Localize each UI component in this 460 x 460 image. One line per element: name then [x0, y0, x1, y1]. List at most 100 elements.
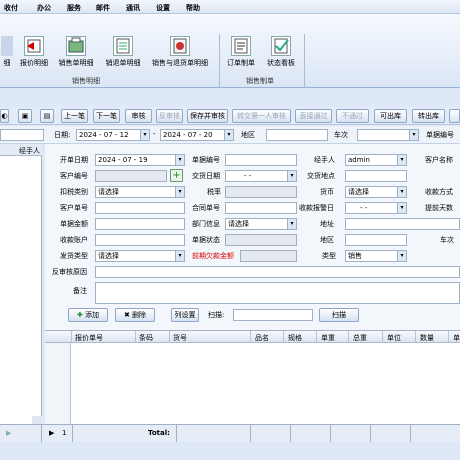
stock-out-ok-button[interactable]: 可出库: [374, 109, 407, 123]
chevron-down-icon[interactable]: ▾: [409, 130, 418, 140]
col-more[interactable]: 单: [453, 333, 460, 343]
chevron-down-icon[interactable]: ▾: [397, 203, 406, 213]
deal-date-input[interactable]: - - ▾: [225, 170, 297, 182]
chevron-down-icon[interactable]: ▾: [140, 130, 149, 140]
chevron-down-icon[interactable]: ▾: [175, 251, 184, 261]
date-label: 日期:: [54, 131, 71, 139]
contract-input[interactable]: [225, 202, 297, 214]
scan-button[interactable]: 扫描: [319, 308, 359, 322]
save-icon[interactable]: ▤: [40, 109, 54, 123]
order-entry-button[interactable]: 订单制单: [224, 36, 258, 70]
menu-receive[interactable]: 收付: [4, 3, 18, 13]
receipt-date-input[interactable]: - - ▾: [345, 202, 407, 214]
scan-input[interactable]: [233, 309, 313, 321]
deal-place-input[interactable]: [345, 170, 407, 182]
col-total-weight[interactable]: 总重: [353, 333, 367, 343]
cust-doc-input[interactable]: [95, 202, 185, 214]
ribbon-group-sales-detail: 销售明细: [72, 77, 100, 85]
start-date-input[interactable]: 2024 - 07 - 19 ▾: [95, 154, 185, 166]
status-board-button[interactable]: 状态看板: [262, 36, 300, 70]
account-input[interactable]: [95, 234, 185, 246]
handler-select[interactable]: admin ▾: [345, 154, 407, 166]
pay-method-label: 收款方式: [425, 188, 453, 196]
type-select[interactable]: 销售 ▾: [345, 250, 407, 262]
col-barcode[interactable]: 条码: [139, 333, 153, 343]
chevron-right-icon[interactable]: ▶: [6, 429, 11, 437]
start-date-label: 开单日期: [60, 156, 88, 164]
delete-button[interactable]: ✖ 删除: [115, 308, 155, 322]
reject-reason-input[interactable]: [95, 266, 460, 278]
col-unit-weight[interactable]: 单重: [321, 333, 335, 343]
col-qty[interactable]: 数量: [420, 333, 434, 343]
pass-button[interactable]: 直接通过: [295, 109, 332, 123]
sales-return-icon: [170, 36, 190, 56]
menu-help[interactable]: 帮助: [186, 3, 200, 13]
date-from-input[interactable]: 2024 - 07 - 12 ▾: [76, 129, 150, 141]
deduct-select[interactable]: 请选择 ▾: [95, 186, 185, 198]
unapprove-button[interactable]: 反审核: [156, 109, 183, 123]
amount-input[interactable]: [95, 218, 185, 230]
sales-detail-button[interactable]: 销售单明细: [54, 36, 98, 70]
currency-select[interactable]: 请选择 ▾: [345, 186, 407, 198]
menu-mail[interactable]: 邮件: [96, 3, 110, 13]
sales-return-detail-button[interactable]: 销售与退货单明细: [148, 36, 212, 70]
play-icon[interactable]: ▶: [49, 429, 54, 437]
chevron-down-icon[interactable]: ▾: [175, 155, 184, 165]
detail-grid[interactable]: 报价单号 条码 货号 品名 规格 单重 总重 单位 数量 单: [45, 330, 460, 425]
chevron-down-icon[interactable]: ▾: [397, 251, 406, 261]
chevron-down-icon[interactable]: ▾: [397, 155, 406, 165]
menu-settings[interactable]: 设置: [156, 3, 170, 13]
chevron-down-icon[interactable]: ▾: [397, 187, 406, 197]
chevron-down-icon[interactable]: ▾: [287, 219, 296, 229]
add-customer-icon[interactable]: +: [170, 169, 183, 182]
chevron-down-icon[interactable]: ▾: [224, 130, 233, 140]
prev-button[interactable]: 上一笔: [61, 109, 88, 123]
menu-comm[interactable]: 通讯: [126, 3, 140, 13]
chevron-down-icon[interactable]: ▾: [287, 171, 296, 181]
quote-icon: [24, 36, 44, 56]
chevron-down-icon[interactable]: ▾: [175, 187, 184, 197]
overdue-input: [240, 250, 297, 262]
doc-no-input[interactable]: [225, 154, 297, 166]
customer-no-input[interactable]: [95, 170, 167, 182]
ribbon-partial-button[interactable]: 细: [0, 36, 14, 70]
address-input[interactable]: [345, 218, 460, 230]
col-item-no[interactable]: 货号: [173, 333, 187, 343]
handler-label: 经手人: [314, 156, 335, 164]
approve-button[interactable]: 审核: [125, 109, 152, 123]
reject-button[interactable]: 不通过: [336, 109, 369, 123]
menu-service[interactable]: 服务: [67, 3, 81, 13]
col-name[interactable]: 品名: [255, 333, 269, 343]
save-approve-button[interactable]: 保存并审核: [187, 109, 228, 123]
dept-select[interactable]: 请选择 ▾: [225, 218, 297, 230]
ship-type-select[interactable]: 请选择 ▾: [95, 250, 185, 262]
transfer-approve-button[interactable]: 转交第一人审核: [232, 109, 291, 123]
col-unit[interactable]: 单位: [387, 333, 401, 343]
next-button[interactable]: 下一笔: [93, 109, 120, 123]
search-input[interactable]: [0, 129, 44, 141]
remark-textarea[interactable]: [95, 282, 460, 304]
col-spec[interactable]: 规格: [288, 333, 302, 343]
add-button[interactable]: ✚ 添加: [68, 308, 108, 322]
stock-out-button[interactable]: 转出库: [412, 109, 445, 123]
scan-label: 扫描:: [208, 311, 225, 319]
cust-doc-label: 客户单号: [60, 204, 88, 212]
form-train-label: 车次: [440, 236, 454, 244]
date-to-input[interactable]: 2024 - 07 - 20 ▾: [160, 129, 234, 141]
scrollbar[interactable]: [32, 416, 42, 424]
tax-rate-input[interactable]: [225, 186, 297, 198]
train-select[interactable]: ▾: [357, 129, 419, 141]
menu-office[interactable]: 办公: [37, 3, 51, 13]
col-quote-no[interactable]: 报价单号: [75, 333, 103, 343]
return-detail-button[interactable]: 销退单明细: [102, 36, 144, 70]
amount-label: 单据金额: [60, 220, 88, 228]
left-list-pane[interactable]: 经手人: [0, 144, 42, 424]
region-input[interactable]: [266, 129, 328, 141]
more-button[interactable]: [449, 109, 460, 123]
refresh-icon[interactable]: ◐: [0, 109, 9, 123]
form-region-input[interactable]: [345, 234, 407, 246]
column-settings-button[interactable]: 列设置: [171, 308, 199, 322]
ribbon-separator: [219, 34, 220, 88]
print-icon[interactable]: ▣: [18, 109, 32, 123]
quote-detail-button[interactable]: 报价明细: [16, 36, 52, 70]
